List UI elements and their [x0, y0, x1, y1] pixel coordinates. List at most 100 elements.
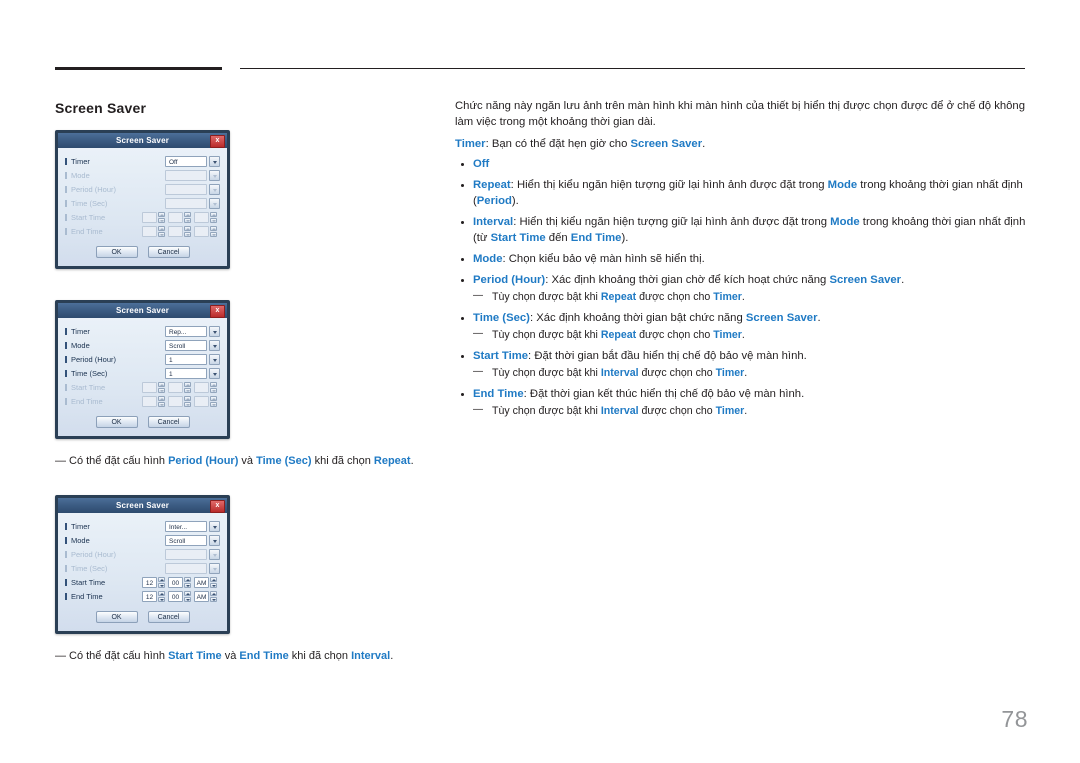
- caption1-end: .: [410, 455, 414, 467]
- cancel-button[interactable]: Cancel: [147, 416, 190, 428]
- stepper-up-icon[interactable]: [184, 577, 191, 582]
- chevron-down-icon[interactable]: [209, 368, 220, 379]
- start-hour-stepper[interactable]: [158, 577, 165, 588]
- bullet-tick-icon: [65, 158, 67, 165]
- label-text: Mode: [71, 536, 90, 545]
- close-icon[interactable]: x: [210, 135, 225, 148]
- interval-link-start-time: Start Time: [490, 232, 546, 244]
- dialog-off-titlebar: Screen Saver x: [58, 133, 227, 148]
- chevron-down-icon[interactable]: [209, 354, 220, 365]
- start-ampm-stepper[interactable]: [210, 577, 217, 588]
- chevron-down-icon[interactable]: [209, 521, 220, 532]
- caption2-mid: và: [221, 650, 240, 662]
- end-ampm-value[interactable]: AM: [194, 591, 209, 602]
- field-period-hour: [165, 184, 220, 195]
- field-start-time[interactable]: 12 00 AM: [142, 577, 220, 588]
- start-ampm-value[interactable]: AM: [194, 577, 209, 588]
- stepper-up-icon: [158, 396, 165, 401]
- label-text: End Time: [71, 227, 103, 236]
- stepper-down-icon[interactable]: [158, 597, 165, 602]
- repeat-desc-1: : Hiển thị kiểu ngăn hiện tượng giữ lại …: [510, 179, 828, 191]
- stepper-up-icon[interactable]: [210, 591, 217, 596]
- end-minute-stepper: [184, 396, 191, 407]
- ok-button[interactable]: OK: [95, 611, 138, 623]
- repeat-desc-3: ).: [511, 195, 519, 207]
- timer-combo-value[interactable]: Off: [165, 156, 207, 167]
- row-timer[interactable]: Timer Off: [65, 155, 220, 168]
- row-time-sec[interactable]: Time (Sec) 1: [65, 367, 220, 380]
- ok-button[interactable]: OK: [95, 416, 138, 428]
- timer-combo-value[interactable]: Rep...: [165, 326, 207, 337]
- row-start-time: Start Time: [65, 381, 220, 394]
- stepper-up-icon[interactable]: [210, 577, 217, 582]
- start-minute-value[interactable]: 00: [168, 577, 183, 588]
- field-mode[interactable]: Scroll: [165, 340, 220, 351]
- row-period-hour[interactable]: Period (Hour) 1: [65, 353, 220, 366]
- row-timer[interactable]: Timer Inter...: [65, 520, 220, 533]
- dialog-off-body: Timer Off Mode Period (Hour) Time (Sec): [58, 148, 227, 266]
- ok-button[interactable]: OK: [95, 246, 138, 258]
- repeat-link-mode: Mode: [827, 179, 858, 191]
- row-end-time[interactable]: End Time 12 00 AM: [65, 590, 220, 603]
- start-hour-value[interactable]: 12: [142, 577, 157, 588]
- end-minute-value[interactable]: 00: [168, 591, 183, 602]
- end-ampm-stepper: [210, 396, 217, 407]
- stepper-up-icon[interactable]: [158, 577, 165, 582]
- field-time-sec[interactable]: 1: [165, 368, 220, 379]
- dialog-off[interactable]: Screen Saver x Timer Off Mode Period (Ho…: [55, 130, 230, 269]
- dialog-interval[interactable]: Screen Saver x Timer Inter... Mode Scrol…: [55, 495, 230, 634]
- close-icon[interactable]: x: [210, 500, 225, 513]
- stepper-up-icon: [158, 382, 165, 387]
- dialog-repeat-body: Timer Rep... Mode Scroll Period (Hour) 1…: [58, 318, 227, 436]
- period-combo-value[interactable]: 1: [165, 354, 207, 365]
- repeat-link-period: Period: [476, 195, 512, 207]
- chevron-down-icon[interactable]: [209, 340, 220, 351]
- stepper-down-icon[interactable]: [184, 597, 191, 602]
- row-end-time: End Time: [65, 395, 220, 408]
- stepper-up-icon: [184, 382, 191, 387]
- chevron-down-icon[interactable]: [209, 535, 220, 546]
- chevron-down-icon[interactable]: [209, 326, 220, 337]
- stepper-up-icon[interactable]: [158, 591, 165, 596]
- end-minute-stepper[interactable]: [184, 591, 191, 602]
- row-timer[interactable]: Timer Rep...: [65, 325, 220, 338]
- stepper-up-icon[interactable]: [184, 591, 191, 596]
- field-timer[interactable]: Rep...: [165, 326, 220, 337]
- stepper-down-icon[interactable]: [210, 597, 217, 602]
- chevron-down-icon[interactable]: [209, 156, 220, 167]
- row-start-time[interactable]: Start Time 12 00 AM: [65, 576, 220, 589]
- end-subnote-pre: Tùy chọn được bật khi: [492, 405, 601, 417]
- row-label-period-hour: Period (Hour): [65, 550, 137, 559]
- row-mode[interactable]: Mode Scroll: [65, 534, 220, 547]
- dialog-repeat[interactable]: Screen Saver x Timer Rep... Mode Scroll …: [55, 300, 230, 439]
- row-mode[interactable]: Mode Scroll: [65, 339, 220, 352]
- time-combo-value[interactable]: 1: [165, 368, 207, 379]
- stepper-down-icon: [184, 218, 191, 223]
- label-text: Timer: [71, 327, 90, 336]
- end-ampm-stepper[interactable]: [210, 591, 217, 602]
- timer-combo-value[interactable]: Inter...: [165, 521, 207, 532]
- stepper-down-icon: [210, 218, 217, 223]
- field-timer[interactable]: Off: [165, 156, 220, 167]
- field-mode[interactable]: Scroll: [165, 535, 220, 546]
- end-time-desc: : Đặt thời gian kết thúc hiển thị chế độ…: [523, 388, 805, 400]
- end-hour-stepper: [158, 226, 165, 237]
- stepper-down-icon[interactable]: [158, 583, 165, 588]
- stepper-down-icon[interactable]: [210, 583, 217, 588]
- stepper-down-icon[interactable]: [184, 583, 191, 588]
- list-item-repeat: Repeat: Hiển thị kiểu ngăn hiện tượng gi…: [455, 177, 1027, 209]
- field-timer[interactable]: Inter...: [165, 521, 220, 532]
- mode-combo-value[interactable]: Scroll: [165, 340, 207, 351]
- close-icon[interactable]: x: [210, 305, 225, 318]
- mode-combo-value[interactable]: Scroll: [165, 535, 207, 546]
- start-minute-stepper[interactable]: [184, 577, 191, 588]
- caption2-link-start: Start Time: [168, 650, 222, 662]
- stepper-down-icon: [184, 402, 191, 407]
- cancel-button[interactable]: Cancel: [147, 611, 190, 623]
- end-hour-stepper[interactable]: [158, 591, 165, 602]
- field-period-hour[interactable]: 1: [165, 354, 220, 365]
- cancel-button[interactable]: Cancel: [147, 246, 190, 258]
- field-end-time[interactable]: 12 00 AM: [142, 591, 220, 602]
- option-label-start-time: Start Time: [473, 350, 529, 362]
- end-hour-value[interactable]: 12: [142, 591, 157, 602]
